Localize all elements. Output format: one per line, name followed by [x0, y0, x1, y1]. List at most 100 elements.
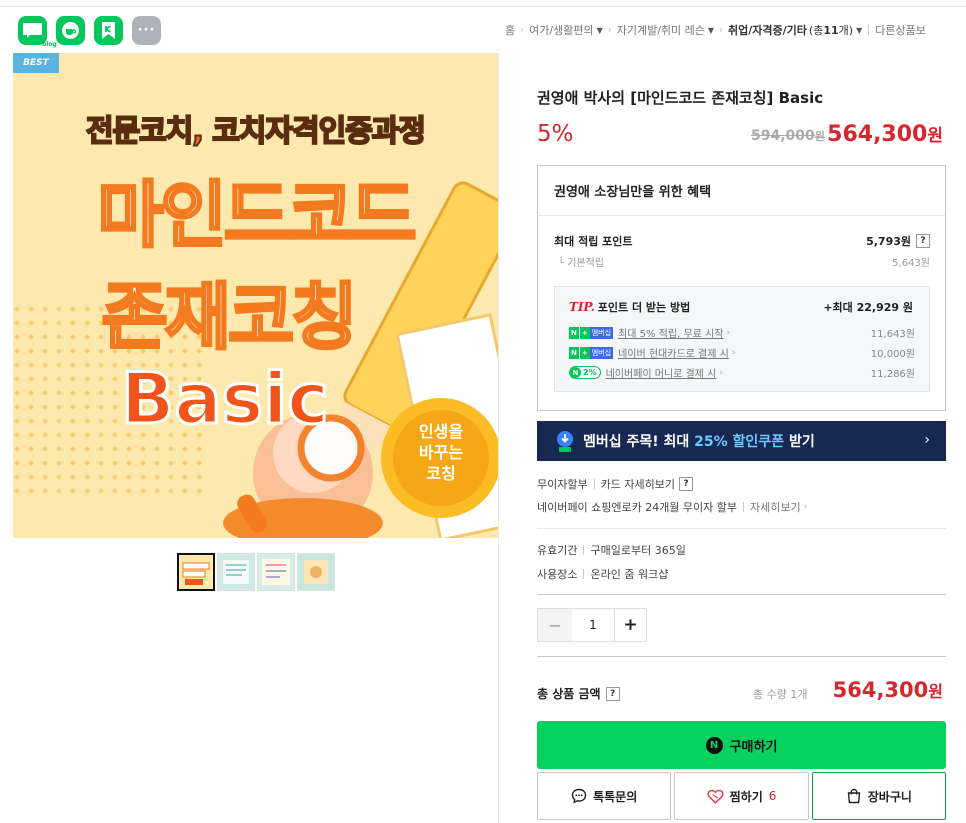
total-label-text: 총 상품 금액 [537, 687, 601, 701]
question-icon[interactable]: ? [605, 686, 620, 701]
caret-down-icon[interactable]: ▼ [708, 26, 714, 35]
talk-inquiry-button[interactable]: 톡톡문의 [537, 772, 672, 820]
product-gallery: BEST 전문코치, 코치자격인증과정 마인드코드 존재코칭 Basic 인생을… [0, 53, 499, 823]
banner-prefix: 멤버십 주목! 최대 [583, 434, 695, 450]
heart-icon [707, 789, 724, 804]
tip-link[interactable]: 네이버페이 머니로 결제 시 [606, 365, 717, 380]
chevron-right-icon: › [719, 367, 723, 378]
breadcrumb-count-prefix: (총 [808, 24, 824, 37]
buy-button[interactable]: N 구매하기 [537, 721, 946, 769]
breadcrumb-sep-icon: › [719, 24, 724, 36]
installment-label: 무이자할부 [537, 478, 588, 491]
share-blog-button[interactable]: blog [18, 16, 57, 48]
badge-n: N [569, 346, 579, 359]
cart-label: 장바구니 [867, 789, 912, 804]
membership-badge: N + 멤버십 [569, 326, 614, 339]
tip-amount: 11,286원 [870, 369, 915, 380]
thumbnail-image [258, 554, 294, 590]
tip-link[interactable]: 네이버 현대카드로 결제 시 [618, 345, 729, 360]
poster-line1: 전문코치, 코치자격인증과정 [85, 113, 427, 150]
chat-bubble-icon [571, 788, 587, 804]
validity-row: 유효기간 구매일로부터 365일 [537, 542, 686, 558]
total-price-value: 564,300 [832, 678, 929, 702]
naverpay-rate: 2% [583, 368, 597, 377]
breadcrumb-home[interactable]: 홈 [505, 22, 515, 38]
shopping-bag-icon [847, 788, 861, 804]
buy-button-label: 구매하기 [729, 739, 778, 755]
tip-box: TIP. 포인트 더 받는 방법 +최대 22,929 원 N + 멤버십 최대 5%… [554, 286, 930, 392]
sale-price: 564,300원 [827, 121, 943, 147]
quantity-input[interactable]: 1 [572, 609, 614, 641]
badge-plus: + [578, 346, 590, 359]
cart-button[interactable]: 장바구니 [811, 772, 946, 820]
chevron-right-icon: › [803, 502, 808, 512]
question-icon[interactable]: ? [916, 234, 930, 248]
breadcrumb-other-products[interactable]: 다른상품보 [875, 22, 926, 38]
original-price-unit: 원 [814, 130, 825, 143]
thumbnail-2[interactable] [217, 553, 255, 591]
chevron-right-icon: › [726, 327, 731, 338]
chevron-right-icon: › [924, 432, 930, 448]
quantity-decrease-button[interactable]: − [538, 609, 572, 641]
breadcrumb-cat3[interactable]: 취업/자격증/기타 [728, 22, 807, 38]
place-row: 사용장소 온라인 줌 워크샵 [537, 566, 668, 582]
total-price: 564,300원 [833, 678, 943, 702]
tip-link[interactable]: 최대 5% 적립, 무료 시작 [618, 325, 723, 340]
vertical-divider [583, 569, 585, 579]
poster-seal-line1: 인생을 [418, 422, 464, 441]
thumbnail-4[interactable] [297, 553, 335, 591]
naverpay-logo-icon: N [705, 736, 723, 754]
breadcrumb: 홈 › 여가/생활편의 ▼ › 자기계발/취미 레슨 ▼ › 취업/자격증/기타… [505, 22, 966, 38]
zzim-button[interactable]: 찜하기 6 [674, 772, 809, 820]
validity-label: 유효기간 [537, 544, 578, 557]
max-point-row: 최대 적립 포인트 5,793원 ? [554, 233, 930, 249]
naverpay-badge: N 2% [569, 366, 601, 379]
basic-point-label: └ 기본적립 [558, 258, 604, 269]
section-divider [537, 594, 946, 595]
tip-row-membership[interactable]: N + 멤버십 최대 5% 적립, 무료 시작 › 11,643원 [569, 325, 915, 340]
share-band-button[interactable] [94, 16, 123, 45]
total-quantity: 총 수량 1개 [753, 688, 808, 701]
blog-icon [23, 23, 42, 38]
share-more-button[interactable]: ··· [132, 16, 161, 45]
band-icon [102, 22, 115, 39]
validity-value: 구매일로부터 365일 [590, 544, 686, 557]
installment-details-link[interactable]: 자세히보기 [750, 499, 801, 515]
poster-seal-line3: 코칭 [426, 464, 456, 483]
membership-banner[interactable]: 멤버십 주목! 최대 25% 할인쿠폰 받기 › [537, 421, 946, 461]
tip-row-naverpay[interactable]: N 2% 네이버페이 머니로 결제 시 › 11,286원 [569, 365, 915, 380]
top-divider [0, 6, 966, 7]
thumbnail-3[interactable] [257, 553, 295, 591]
breadcrumb-cat2[interactable]: 자기계발/취미 레슨 [617, 22, 705, 38]
installment-line-1: 무이자할부 카드 자세히보기 ? [537, 476, 693, 492]
discount-rate: 5% [537, 121, 574, 147]
sale-price-unit: 원 [927, 126, 943, 146]
breadcrumb-sep-icon: › [520, 24, 525, 36]
breadcrumb-divider [868, 25, 870, 35]
max-point-label: 최대 적립 포인트 [554, 235, 633, 248]
card-details-link[interactable]: 카드 자세히보기 [601, 476, 675, 492]
caret-down-icon[interactable]: ▼ [597, 26, 603, 35]
breadcrumb-cat1[interactable]: 여가/생활편의 [529, 22, 593, 38]
thumbnail-image [218, 554, 254, 590]
share-cafe-button[interactable] [56, 16, 85, 45]
tip-row-card[interactable]: N + 멤버십 네이버 현대카드로 결제 시 › 10,000원 [569, 345, 915, 360]
benefit-box: 권영애 소장님만을 위한 혜택 최대 적립 포인트 5,793원 ? └ 기본적… [537, 165, 946, 411]
naverpay-installment-text: 네이버페이 쇼핑엔로카 24개월 무이자 할부 [537, 501, 738, 514]
quantity-increase-button[interactable]: + [614, 609, 646, 641]
badge-n: N [569, 326, 579, 339]
product-main-image[interactable]: BEST 전문코치, 코치자격인증과정 마인드코드 존재코칭 Basic 인생을… [13, 53, 498, 538]
caret-down-icon[interactable]: ▼ [856, 26, 862, 35]
original-price: 594,000원 [751, 128, 825, 144]
question-icon[interactable]: ? [678, 477, 693, 491]
vertical-divider [583, 545, 585, 555]
tip-amount: 10,000원 [870, 349, 915, 360]
thumbnail-1[interactable] [177, 553, 215, 591]
tip-amount: 11,643원 [870, 329, 915, 340]
zzim-label: 찜하기 [729, 789, 763, 804]
breadcrumb-count: 11 [823, 23, 839, 37]
zzim-count: 6 [768, 789, 777, 803]
tip-max-point: +최대 22,929 원 [823, 301, 913, 314]
share-bar: blog ··· [18, 16, 161, 48]
product-title: 권영애 박사의 [마인드코드 존재코칭] Basic [537, 89, 824, 107]
